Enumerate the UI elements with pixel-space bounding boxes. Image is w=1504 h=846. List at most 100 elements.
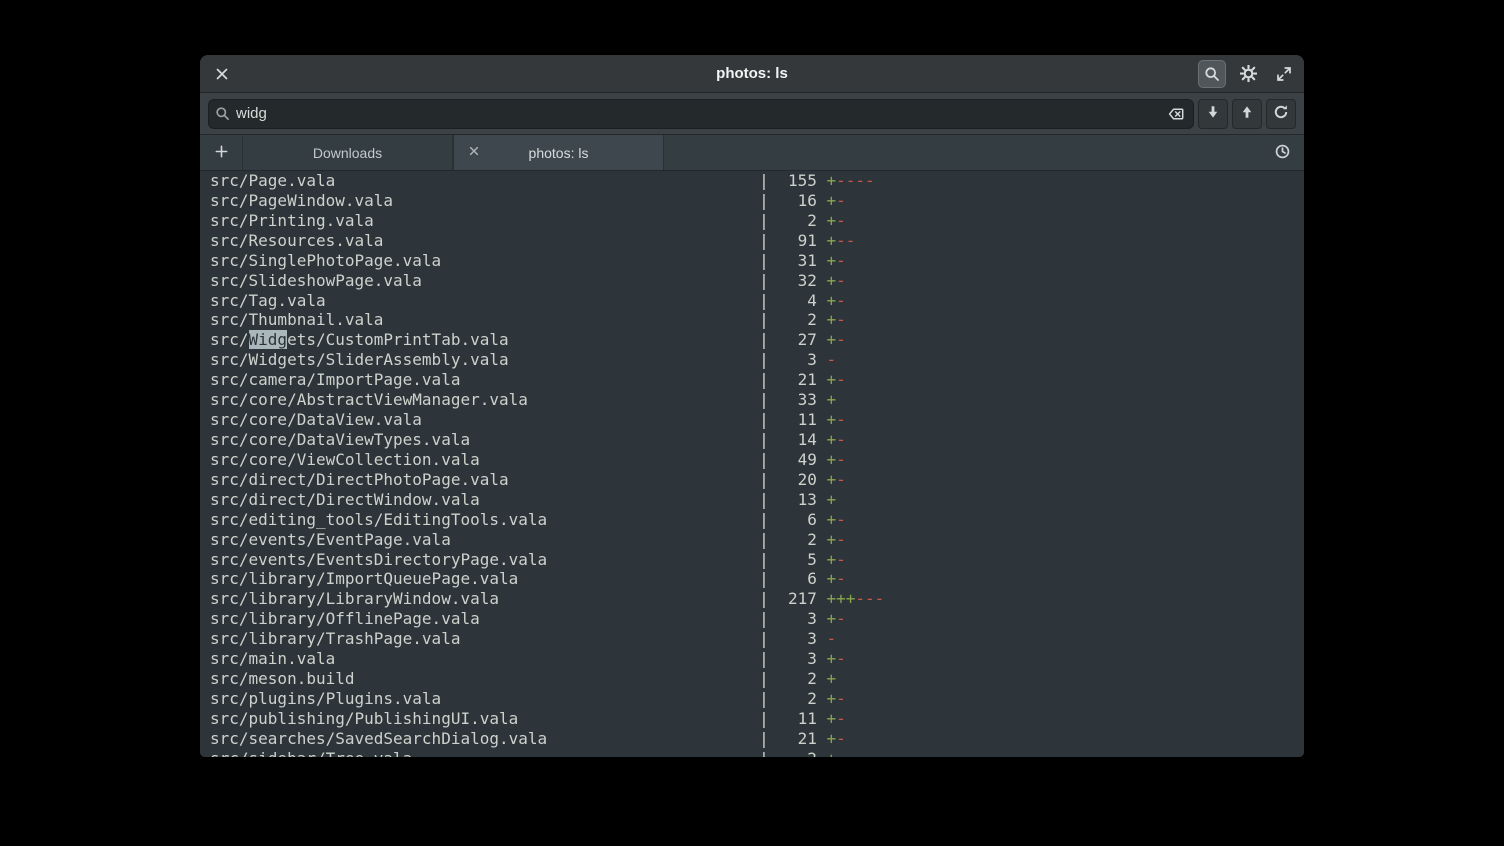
- diff-count: 16: [778, 191, 817, 211]
- file-name: src/Page.vala: [210, 171, 759, 191]
- fullscreen-button[interactable]: [1270, 60, 1298, 88]
- terminal-line: src/sidebar/Tree.vala| 2+: [210, 749, 1304, 757]
- diff-minus: -: [836, 729, 846, 748]
- diff-minus: -: [836, 689, 846, 708]
- wrap-around-icon: [1273, 104, 1289, 123]
- file-name: src/Tag.vala: [210, 291, 759, 311]
- diff-count: 33: [778, 390, 817, 410]
- backspace-icon: [1168, 106, 1184, 122]
- terminal-line: src/plugins/Plugins.vala| 2+-: [210, 689, 1304, 709]
- diff-symbols: +-: [827, 649, 846, 668]
- file-name: src/publishing/PublishingUI.vala: [210, 709, 759, 729]
- diff-symbols: +-: [827, 370, 846, 389]
- terminal-output[interactable]: src/Page.vala| 155+----src/PageWindow.va…: [200, 171, 1304, 757]
- terminal-line: src/direct/DirectPhotoPage.vala| 20+-: [210, 470, 1304, 490]
- terminal-line: src/meson.build| 2+: [210, 669, 1304, 689]
- diff-separator: |: [759, 490, 769, 509]
- diff-minus: -: [836, 530, 846, 549]
- file-name: src/camera/ImportPage.vala: [210, 370, 759, 390]
- terminal-line: src/Widgets/CustomPrintTab.vala| 27+-: [210, 330, 1304, 350]
- file-name: src/core/AbstractViewManager.vala: [210, 390, 759, 410]
- diff-separator: |: [759, 749, 769, 757]
- clear-search-button[interactable]: [1165, 103, 1187, 125]
- diff-separator: |: [759, 569, 769, 588]
- diff-separator: |: [759, 350, 769, 369]
- diff-symbols: -: [827, 629, 837, 648]
- diff-separator: |: [759, 231, 769, 250]
- file-name: src/plugins/Plugins.vala: [210, 689, 759, 709]
- tab-downloads[interactable]: Downloads: [242, 135, 453, 170]
- diff-symbols: +-: [827, 609, 846, 628]
- history-button[interactable]: [1260, 135, 1304, 170]
- diff-separator: |: [759, 450, 769, 469]
- close-icon: [214, 66, 230, 82]
- file-name: src/core/ViewCollection.vala: [210, 450, 759, 470]
- diff-symbols: +-: [827, 211, 846, 230]
- headerbar-actions: [1198, 60, 1298, 88]
- diff-separator: |: [759, 330, 769, 349]
- diff-symbols: +-: [827, 689, 846, 708]
- diff-separator: |: [759, 370, 769, 389]
- terminal-line: src/library/LibraryWindow.vala| 217+++--…: [210, 589, 1304, 609]
- headerbar: photos: ls: [200, 55, 1304, 93]
- diff-separator: |: [759, 171, 769, 190]
- terminal-line: src/events/EventsDirectoryPage.vala| 5+-: [210, 550, 1304, 570]
- diff-minus: -: [836, 450, 846, 469]
- diff-count: 11: [778, 709, 817, 729]
- file-name: src/events/EventPage.vala: [210, 530, 759, 550]
- diff-count: 49: [778, 450, 817, 470]
- window-close-button[interactable]: [208, 60, 236, 88]
- tab-close-button[interactable]: [464, 143, 484, 163]
- diff-plus: +: [827, 310, 837, 329]
- diff-minus: -: [836, 550, 846, 569]
- diff-plus: +: [827, 211, 837, 230]
- search-toggle-button[interactable]: [1198, 60, 1226, 88]
- diff-separator: |: [759, 729, 769, 748]
- diff-plus: +: [827, 689, 837, 708]
- diff-symbols: +-: [827, 530, 846, 549]
- diff-count: 3: [778, 649, 817, 669]
- file-name: src/Widgets/SliderAssembly.vala: [210, 350, 759, 370]
- terminal-line: src/Page.vala| 155+----: [210, 171, 1304, 191]
- file-name: src/library/TrashPage.vala: [210, 629, 759, 649]
- file-name: src/Thumbnail.vala: [210, 310, 759, 330]
- diff-count: 21: [778, 370, 817, 390]
- diff-count: 11: [778, 410, 817, 430]
- search-input[interactable]: [236, 105, 1159, 122]
- diff-symbols: +-: [827, 191, 846, 210]
- terminal-line: src/Printing.vala| 2+-: [210, 211, 1304, 231]
- search-wrap-button[interactable]: [1266, 99, 1296, 129]
- file-name: src/SlideshowPage.vala: [210, 271, 759, 291]
- diff-count: 13: [778, 490, 817, 510]
- file-name: src/Printing.vala: [210, 211, 759, 231]
- gear-icon: [1240, 65, 1257, 82]
- diff-minus: -: [836, 370, 846, 389]
- diff-plus: +: [827, 669, 837, 688]
- diff-count: 5: [778, 550, 817, 570]
- diff-separator: |: [759, 251, 769, 270]
- terminal-line: src/publishing/PublishingUI.vala| 11+-: [210, 709, 1304, 729]
- diff-symbols: +-: [827, 271, 846, 290]
- diff-separator: |: [759, 291, 769, 310]
- settings-button[interactable]: [1234, 60, 1262, 88]
- file-name: src/editing_tools/EditingTools.vala: [210, 510, 759, 530]
- diff-separator: |: [759, 211, 769, 230]
- diff-symbols: +-: [827, 470, 846, 489]
- new-tab-button[interactable]: [200, 135, 242, 170]
- diff-minus: ----: [836, 171, 875, 190]
- diff-symbols: +++---: [827, 589, 885, 608]
- diff-count: 155: [778, 171, 817, 191]
- file-name: src/events/EventsDirectoryPage.vala: [210, 550, 759, 570]
- diff-symbols: +--: [827, 231, 856, 250]
- search-prev-button[interactable]: [1232, 99, 1262, 129]
- file-name: src/sidebar/Tree.vala: [210, 749, 759, 757]
- search-next-button[interactable]: [1198, 99, 1228, 129]
- diff-separator: |: [759, 530, 769, 549]
- terminal-line: src/SinglePhotoPage.vala| 31+-: [210, 251, 1304, 271]
- diff-minus: -: [836, 211, 846, 230]
- search-input-wrapper[interactable]: [208, 99, 1194, 129]
- diff-separator: |: [759, 410, 769, 429]
- diff-symbols: +-: [827, 510, 846, 529]
- diff-plus: +: [827, 569, 837, 588]
- tab-photos-ls[interactable]: photos: ls: [453, 135, 664, 170]
